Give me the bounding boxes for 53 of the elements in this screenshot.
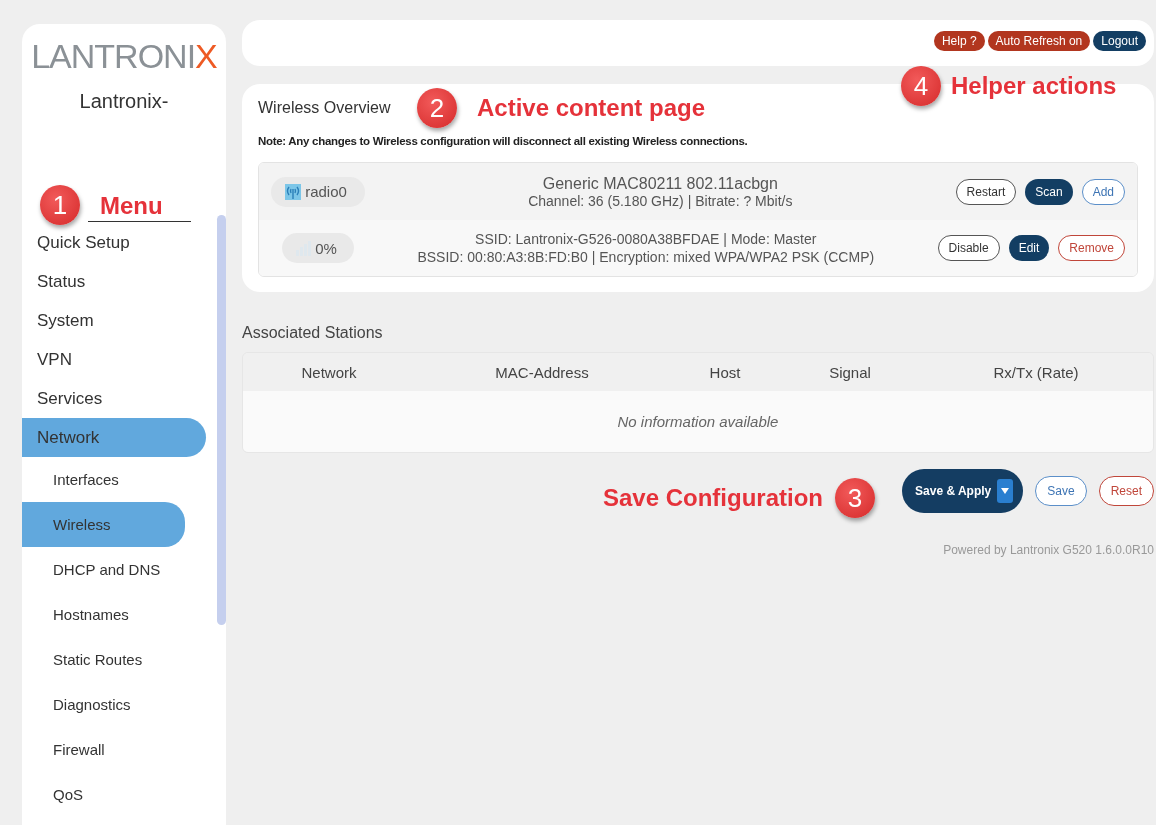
submenu-item[interactable]: Static Routes <box>22 637 185 682</box>
hostname: Lantronix- <box>78 89 170 113</box>
submenu-item[interactable]: Firewall <box>22 727 185 772</box>
menu-item[interactable]: Status <box>22 262 206 301</box>
section-title: Wireless Overview <box>258 98 391 118</box>
column-header: Rx/Tx (Rate) <box>992 363 1080 381</box>
device-badge: radio0 <box>271 176 365 207</box>
menu-item[interactable]: Quick Setup <box>22 223 206 262</box>
submenu-item[interactable]: QoS <box>22 772 185 817</box>
button[interactable]: Reset <box>1098 476 1154 506</box>
submenu-item[interactable]: Wireless <box>22 502 185 547</box>
button[interactable]: Help ? <box>933 31 985 51</box>
device-info: Generic MAC80211 802.11acbgn <box>541 173 779 193</box>
column-header: MAC-Address <box>494 363 590 381</box>
scrollbar[interactable] <box>217 215 226 625</box>
column-header: Network <box>300 363 358 381</box>
button[interactable]: Edit <box>1008 235 1050 261</box>
note-text: Note: Any changes to Wireless configuration will disconnect all existing Wireless connections. <box>258 135 749 147</box>
button[interactable]: Auto Refresh on <box>987 31 1091 51</box>
callout-label: Menu <box>88 190 191 222</box>
button[interactable]: Add <box>1081 178 1125 205</box>
section-title: Associated Stations <box>242 323 384 343</box>
callout-label: Save Configuration <box>603 484 824 512</box>
button[interactable]: Restart <box>955 178 1017 205</box>
logo: LANTRONIX <box>31 36 217 76</box>
callout-label: Helper actions <box>951 72 1117 100</box>
menu-item[interactable]: VPN <box>22 340 206 379</box>
device-info: Channel: 36 (5.180 GHz) | Bitrate: ? Mbit/s <box>527 192 794 210</box>
submenu-item[interactable]: Diagnostics <box>22 682 185 727</box>
menu-item[interactable]: Network <box>22 418 206 457</box>
device-info: SSID: Lantronix-G526-0080A38BFDAE | Mode: Master <box>474 230 818 249</box>
callout-number: 3 <box>835 478 876 518</box>
button[interactable]: Remove <box>1058 235 1125 261</box>
callout-label: Active content page <box>477 94 706 122</box>
caret-icon <box>1001 488 1010 494</box>
submenu-item[interactable]: Interfaces <box>22 457 185 502</box>
menu-item[interactable]: Services <box>22 379 206 418</box>
callout-number: 4 <box>901 66 941 106</box>
column-header: Host <box>708 363 742 381</box>
button[interactable]: Scan <box>1025 178 1073 205</box>
save-apply-button[interactable]: Save & Apply <box>902 469 1024 513</box>
submenu-item[interactable]: Hostnames <box>22 592 185 637</box>
footer-text: Powered by Lantronix G520 1.6.0.0R10 <box>942 543 1154 557</box>
menu-item[interactable]: System <box>22 301 206 340</box>
column-header: Signal <box>828 363 872 381</box>
device-info: BSSID: 00:80:A3:8B:FD:B0 | Encryption: mixed WPA/WPA2 PSK (CCMP) <box>416 249 876 266</box>
device-badge: 0% <box>282 233 354 263</box>
antenna-icon <box>285 183 302 200</box>
button[interactable]: Logout <box>1093 31 1146 51</box>
button[interactable]: Disable <box>937 235 1000 261</box>
empty-message: No information available <box>617 413 779 430</box>
button[interactable]: Save <box>1035 476 1087 506</box>
submenu-item[interactable]: DHCP and DNS <box>22 547 185 592</box>
